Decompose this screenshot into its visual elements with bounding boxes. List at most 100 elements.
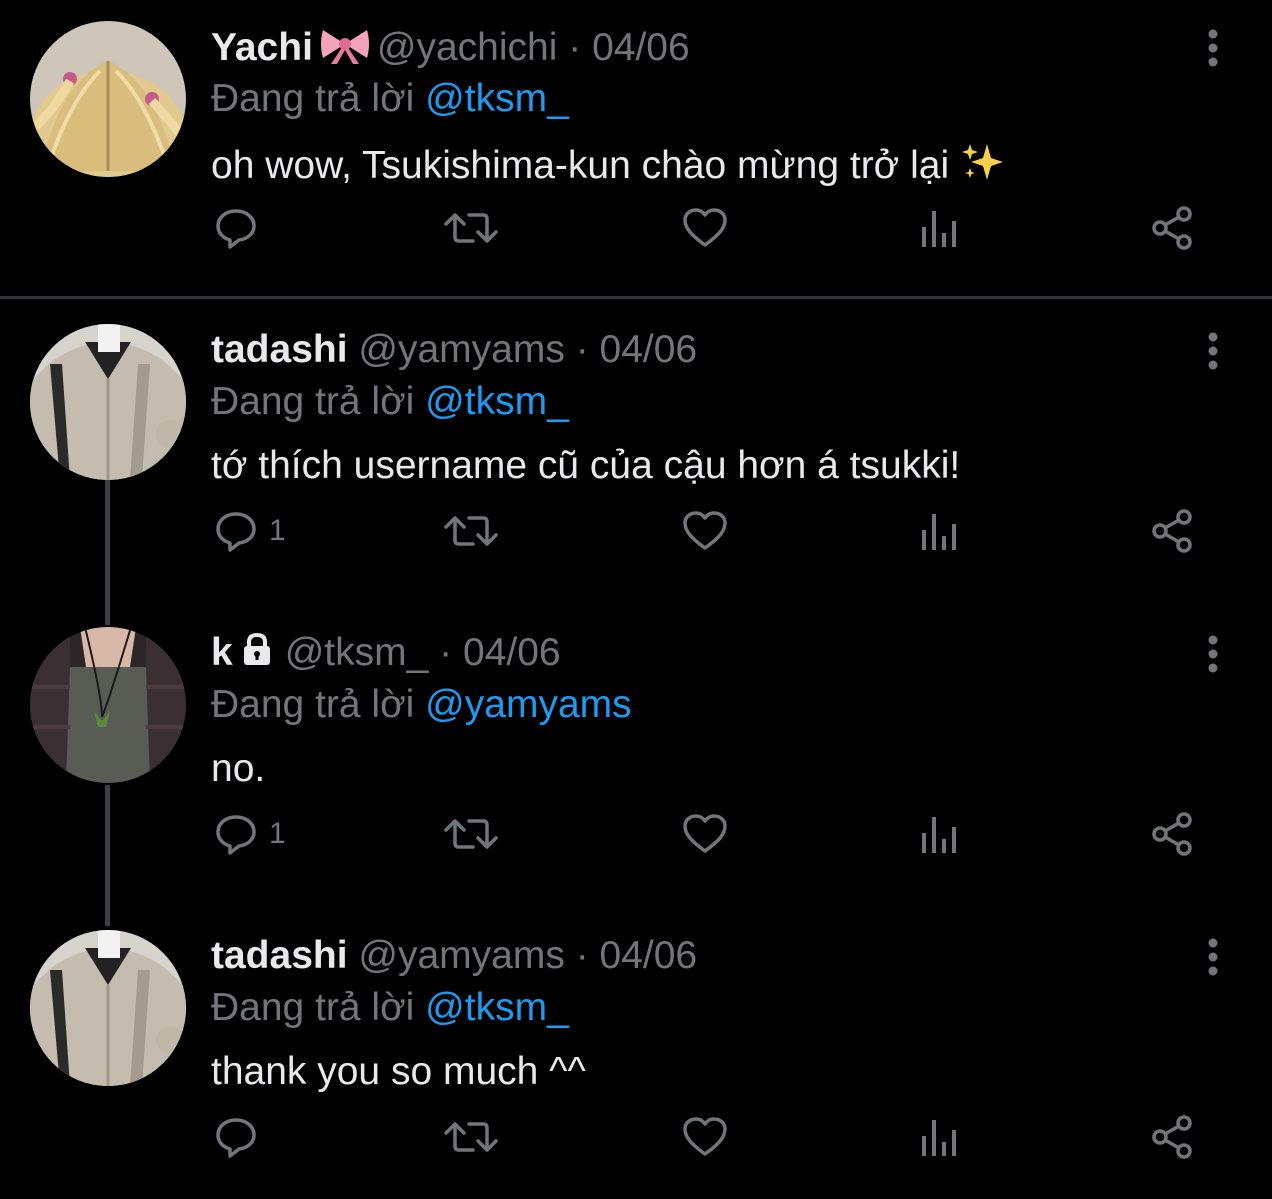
avatar[interactable] <box>30 930 186 1086</box>
views-button[interactable] <box>918 200 962 256</box>
more-icon[interactable] <box>1206 937 1220 977</box>
replying-to: Đang trả lời @tksm_ <box>211 985 569 1031</box>
share-icon <box>1152 509 1192 553</box>
tweet-date[interactable]: 04/06 <box>463 631 561 674</box>
more-icon[interactable] <box>1206 331 1220 371</box>
like-button[interactable] <box>681 503 729 559</box>
mention-link[interactable]: @yamyams <box>425 683 631 726</box>
display-name[interactable]: k <box>211 631 233 674</box>
mention-link[interactable]: @tksm_ <box>425 380 569 423</box>
share-icon <box>1152 206 1192 250</box>
replying-to: Đang trả lời @tksm_ <box>211 379 569 425</box>
reply-icon <box>216 209 256 249</box>
tweet-date[interactable]: 04/06 <box>592 26 690 69</box>
sparkles-emoji <box>961 140 1005 195</box>
reply-count: 1 <box>269 817 286 850</box>
handle[interactable]: @yachichi <box>377 26 558 69</box>
more-icon[interactable] <box>1206 28 1220 68</box>
avatar[interactable] <box>30 21 186 177</box>
views-icon <box>922 211 956 247</box>
like-button[interactable] <box>681 806 729 862</box>
share-icon <box>1152 1115 1192 1159</box>
tweet-actions <box>0 1109 1272 1165</box>
tweet-text-content: tớ thích username cũ của cậu hơn á tsukk… <box>211 444 961 487</box>
tweet-text: tớ thích username cũ của cậu hơn á tsukk… <box>211 443 960 489</box>
tweet-4[interactable]: tadashi @yamyams · 04/06 Đang trả lời @t… <box>0 909 1272 1199</box>
lock-icon <box>239 631 275 678</box>
tweet-header: Yachi @yachichi · 04/06 <box>211 24 690 70</box>
tweet-text: oh wow, Tsukishima-kun chào mừng trở lại <box>211 140 1011 195</box>
handle[interactable]: @tksm_ <box>285 631 429 674</box>
retweet-button[interactable] <box>443 1109 499 1165</box>
like-icon <box>683 814 727 853</box>
like-button[interactable] <box>681 1109 729 1165</box>
retweet-icon <box>444 819 498 849</box>
share-button[interactable] <box>1150 503 1198 559</box>
avatar[interactable] <box>30 627 186 783</box>
replying-to-label: Đang trả lời <box>211 77 415 120</box>
reply-button[interactable] <box>213 200 269 256</box>
retweet-button[interactable] <box>443 503 499 559</box>
thread-line <box>105 909 110 926</box>
replying-to-label: Đang trả lời <box>211 683 415 726</box>
views-button[interactable] <box>918 1109 962 1165</box>
tweet-text-content: no. <box>211 747 266 790</box>
mention-link[interactable]: @tksm_ <box>425 77 569 120</box>
avatar[interactable] <box>30 324 186 480</box>
retweet-icon <box>444 213 498 243</box>
replying-to-label: Đang trả lời <box>211 380 415 423</box>
more-icon[interactable] <box>1206 634 1220 674</box>
reply-button[interactable]: 1 <box>213 503 286 559</box>
reply-icon <box>216 512 256 552</box>
tweet-header: k @tksm_ · 04/06 <box>211 630 561 676</box>
tweet-text: thank you so much ^^ <box>211 1049 586 1095</box>
separator-dot: · <box>568 25 582 69</box>
retweet-button[interactable] <box>443 200 499 256</box>
tweet-header: tadashi @yamyams · 04/06 <box>211 933 697 979</box>
separator-dot: · <box>439 631 453 674</box>
separator-dot: · <box>575 328 589 371</box>
tweet-text-content: thank you so much ^^ <box>211 1050 586 1093</box>
tweet-text: no. <box>211 746 265 792</box>
reply-count: 1 <box>269 514 286 547</box>
thread-line <box>105 606 110 625</box>
tweet-header: tadashi @yamyams · 04/06 <box>211 327 697 373</box>
views-icon <box>922 817 956 853</box>
tweet-actions <box>0 200 1272 256</box>
reply-button[interactable] <box>213 1109 269 1165</box>
tweet-date[interactable]: 04/06 <box>600 934 698 977</box>
replying-to: Đang trả lời @yamyams <box>211 682 632 728</box>
share-button[interactable] <box>1150 806 1198 862</box>
like-icon <box>683 511 727 550</box>
share-button[interactable] <box>1150 1109 1198 1165</box>
views-icon <box>922 1120 956 1156</box>
reply-button[interactable]: 1 <box>213 806 286 862</box>
views-button[interactable] <box>918 806 962 862</box>
replying-to-label: Đang trả lời <box>211 986 415 1029</box>
views-button[interactable] <box>918 503 962 559</box>
like-icon <box>683 1117 727 1156</box>
tweet-actions: 1 <box>0 806 1272 862</box>
display-name[interactable]: Yachi <box>211 26 313 69</box>
views-icon <box>922 514 956 550</box>
tweet-text-content: oh wow, Tsukishima-kun chào mừng trở lại <box>211 143 950 187</box>
tweet-actions: 1 <box>0 503 1272 559</box>
display-name[interactable]: tadashi <box>211 934 348 977</box>
retweet-button[interactable] <box>443 806 499 862</box>
mention-link[interactable]: @tksm_ <box>425 986 569 1029</box>
separator-dot: · <box>575 934 589 977</box>
tweet-date[interactable]: 04/06 <box>600 328 698 371</box>
tweet-3[interactable]: k @tksm_ · 04/06 Đang trả lời @yamyams no… <box>0 606 1272 909</box>
display-name[interactable]: tadashi <box>211 328 348 371</box>
handle[interactable]: @yamyams <box>358 934 564 977</box>
handle[interactable]: @yamyams <box>358 328 564 371</box>
share-button[interactable] <box>1150 200 1198 256</box>
replying-to: Đang trả lời @tksm_ <box>211 76 569 122</box>
reply-icon <box>216 1118 256 1158</box>
retweet-icon <box>444 516 498 546</box>
tweet-2[interactable]: tadashi @yamyams · 04/06 Đang trả lời @t… <box>0 303 1272 606</box>
tweet-1[interactable]: Yachi @yachichi · 04/06 Đang trả lời @tks… <box>0 0 1272 299</box>
like-icon <box>683 208 727 247</box>
like-button[interactable] <box>681 200 729 256</box>
ribbon-emoji <box>319 24 371 75</box>
